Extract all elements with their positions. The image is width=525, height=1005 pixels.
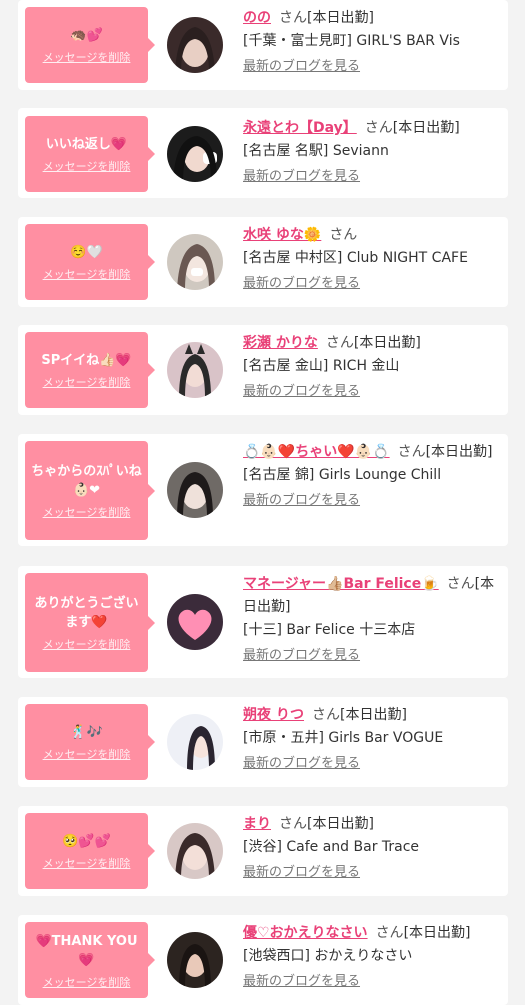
cast-name-link[interactable]: のの (243, 10, 271, 26)
item-info: 朔夜 りつ さん[本日出勤] [市原・五井] Girls Bar VOGUE 最新… (243, 704, 498, 772)
cast-name-link[interactable]: 永遠とわ【Day】 (243, 120, 357, 136)
cast-name-link[interactable]: マネージャー👍🏼Bar Felice🍺 (243, 576, 439, 592)
san-label: さん (279, 10, 307, 26)
delete-message-link[interactable]: メッセージを削除 (43, 857, 131, 870)
message-text: SPイイね👍🏻💗 (41, 353, 132, 368)
list-item: 🕺🎶 メッセージを削除 朔夜 りつ さん[本日出勤] [市原・五井] Girls … (18, 697, 508, 787)
delete-message-link[interactable]: メッセージを削除 (43, 976, 131, 989)
message-bubble: SPイイね👍🏻💗 メッセージを削除 (25, 332, 155, 408)
cast-name-link[interactable]: 優♡おかえりなさい (243, 925, 368, 941)
cast-name-link[interactable]: 💍👶🏻❤️ちゃい❤️👶🏻💍 (243, 444, 390, 460)
item-info: 彩瀬 かりな さん[本日出勤] [名古屋 金山] RICH 金山 最新のブログを見… (243, 332, 498, 400)
list-item: 🦔💕 メッセージを削除 のの さん[本日出勤] [千葉・富士見町] GIRL'S … (18, 0, 508, 90)
blog-link[interactable]: 最新のブログを見る (243, 59, 360, 75)
message-text: 🦔💕 (70, 28, 103, 43)
delete-message-link[interactable]: メッセージを削除 (43, 506, 131, 519)
list-item: ☺️🤍 メッセージを削除 水咲 ゆな🌼 さん [名古屋 中村区] Club NIG… (18, 217, 508, 307)
avatar[interactable] (167, 714, 223, 770)
status-text: [本日出勤] (353, 335, 421, 351)
avatar[interactable] (167, 234, 223, 290)
item-info: マネージャー👍🏼Bar Felice🍺 さん[本日出勤] [十三] Bar Fel… (243, 573, 498, 664)
list-item: 🥺💕💕 メッセージを削除 まり さん[本日出勤] [渋谷] Cafe and Ba… (18, 806, 508, 896)
san-label: さん (364, 120, 393, 136)
delete-message-link[interactable]: メッセージを削除 (43, 160, 131, 173)
list-item: ちゃからのｽﾊﾟいね👶🏻❤ メッセージを削除 💍👶🏻❤️ちゃい❤️👶🏻💍 さん[本… (18, 434, 508, 546)
list-item: いいね返し💗 メッセージを削除 永遠とわ【Day】 さん[本日出勤] [名古屋 名… (18, 108, 508, 198)
delete-message-link[interactable]: メッセージを削除 (43, 748, 131, 761)
cast-name-link[interactable]: まり (243, 816, 271, 832)
message-bubble: ☺️🤍 メッセージを削除 (25, 224, 155, 300)
item-info: 💍👶🏻❤️ちゃい❤️👶🏻💍 さん[本日出勤] [名古屋 錦] Girls Loun… (243, 441, 498, 509)
blog-link[interactable]: 最新のブログを見る (243, 756, 360, 772)
blog-link[interactable]: 最新のブログを見る (243, 865, 360, 881)
message-bubble: 💗THANK YOU💗 メッセージを削除 (25, 922, 155, 998)
message-text: 💗THANK YOU💗 (35, 933, 138, 968)
cast-name-link[interactable]: 朔夜 りつ (243, 707, 304, 723)
cast-name-link[interactable]: 水咲 ゆな🌼 (243, 227, 321, 243)
delete-message-link[interactable]: メッセージを削除 (43, 376, 131, 389)
status-text: [本日出勤] (307, 10, 374, 26)
avatar[interactable] (167, 17, 223, 73)
shop-text: [池袋西口] おかえりなさい (243, 948, 413, 964)
san-label: さん (446, 576, 475, 592)
list-item: ありがとうございます❤️ メッセージを削除 マネージャー👍🏼Bar Felice… (18, 566, 508, 678)
item-info: 優♡おかえりなさい さん[本日出勤] [池袋西口] おかえりなさい 最新のブログを… (243, 922, 498, 990)
message-bubble: ちゃからのｽﾊﾟいね👶🏻❤ メッセージを削除 (25, 441, 155, 540)
blog-link[interactable]: 最新のブログを見る (243, 169, 360, 185)
avatar[interactable] (167, 462, 223, 518)
blog-link[interactable]: 最新のブログを見る (243, 648, 360, 664)
shop-text: [十三] Bar Felice 十三本店 (243, 622, 416, 638)
item-info: 水咲 ゆな🌼 さん [名古屋 中村区] Club NIGHT CAFE 最新のブロ… (243, 224, 498, 292)
avatar[interactable] (167, 342, 223, 398)
blog-link[interactable]: 最新のブログを見る (243, 384, 360, 400)
message-text: ちゃからのｽﾊﾟいね👶🏻❤ (31, 464, 142, 498)
shop-text: [名古屋 金山] RICH 金山 (243, 358, 400, 374)
delete-message-link[interactable]: メッセージを削除 (43, 268, 131, 281)
message-text: ☺️🤍 (70, 245, 103, 260)
delete-message-link[interactable]: メッセージを削除 (43, 51, 131, 64)
status-text: [本日出勤] (392, 120, 460, 136)
san-label: さん (279, 816, 307, 832)
avatar[interactable] (167, 932, 223, 988)
cast-name-link[interactable]: 彩瀬 かりな (243, 335, 318, 351)
status-text: [本日出勤] (307, 816, 374, 832)
san-label: さん (325, 335, 354, 351)
message-bubble: 🥺💕💕 メッセージを削除 (25, 813, 155, 889)
item-info: まり さん[本日出勤] [渋谷] Cafe and Bar Trace 最新のブロ… (243, 813, 498, 881)
message-text: 🕺🎶 (70, 725, 103, 740)
blog-link[interactable]: 最新のブログを見る (243, 276, 360, 292)
status-text: [本日出勤] (403, 925, 471, 941)
delete-message-link[interactable]: メッセージを削除 (43, 638, 131, 651)
message-bubble: 🕺🎶 メッセージを削除 (25, 704, 155, 780)
avatar[interactable] (167, 126, 223, 182)
item-info: のの さん[本日出勤] [千葉・富士見町] GIRL'S BAR Vis 最新のブ… (243, 7, 498, 75)
status-text: [本日出勤] (340, 707, 407, 723)
message-text: ありがとうございます❤️ (34, 596, 139, 630)
list-item: 💗THANK YOU💗 メッセージを削除 優♡おかえりなさい さん[本日出勤] [… (18, 915, 508, 1005)
message-text: いいね返し💗 (45, 137, 128, 152)
shop-text: [名古屋 錦] Girls Lounge Chill (243, 467, 442, 483)
item-info: 永遠とわ【Day】 さん[本日出勤] [名古屋 名駅] Seviann 最新のブロ… (243, 117, 498, 185)
message-bubble: ありがとうございます❤️ メッセージを削除 (25, 573, 155, 672)
blog-link[interactable]: 最新のブログを見る (243, 974, 360, 990)
status-text: [本日出勤] (425, 444, 493, 460)
list-item: SPイイね👍🏻💗 メッセージを削除 彩瀬 かりな さん[本日出勤] [名古屋 金山… (18, 325, 508, 415)
shop-text: [渋谷] Cafe and Bar Trace (243, 839, 420, 855)
shop-text: [名古屋 中村区] Club NIGHT CAFE (243, 250, 468, 266)
san-label: さん (312, 707, 341, 723)
blog-link[interactable]: 最新のブログを見る (243, 493, 360, 509)
message-text: 🥺💕💕 (62, 834, 111, 849)
shop-text: [千葉・富士見町] GIRL'S BAR Vis (243, 33, 460, 49)
message-bubble: いいね返し💗 メッセージを削除 (25, 116, 155, 192)
shop-text: [市原・五井] Girls Bar VOGUE (243, 730, 444, 746)
san-label: さん (375, 925, 404, 941)
avatar[interactable] (167, 594, 223, 650)
avatar[interactable] (167, 823, 223, 879)
shop-text: [名古屋 名駅] Seviann (243, 143, 389, 159)
san-label: さん (329, 227, 358, 243)
san-label: さん (397, 444, 426, 460)
message-bubble: 🦔💕 メッセージを削除 (25, 7, 155, 83)
